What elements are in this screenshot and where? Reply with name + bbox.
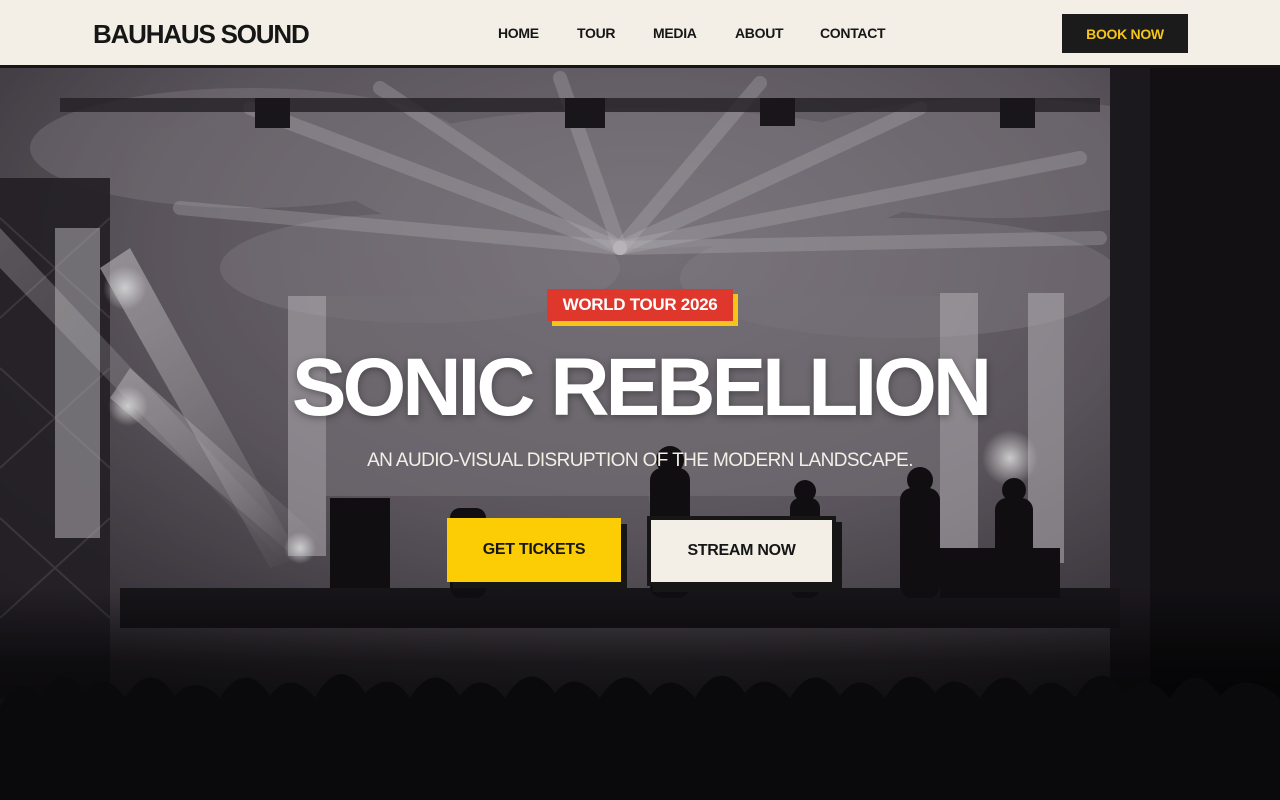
concert-background-image [0, 68, 1280, 800]
book-now-button[interactable]: BOOK NOW [1062, 14, 1188, 53]
hero-subtitle: AN AUDIO-VISUAL DISRUPTION OF THE MODERN… [367, 450, 913, 471]
get-tickets-button[interactable]: GET TICKETS [447, 518, 621, 582]
badge-label: WORLD TOUR 2026 [547, 289, 733, 321]
tour-badge: WORLD TOUR 2026 [547, 289, 738, 326]
nav-contact[interactable]: CONTACT [820, 25, 886, 41]
stream-now-button[interactable]: STREAM NOW [647, 516, 836, 586]
site-header: BAUHAUS SOUND HOME TOUR MEDIA ABOUT CONT… [0, 0, 1280, 68]
hero-section: WORLD TOUR 2026 [0, 68, 1280, 800]
hero-title: SONIC REBELLION [291, 342, 992, 433]
nav-tour[interactable]: TOUR [577, 25, 616, 41]
nav-about[interactable]: ABOUT [735, 25, 784, 41]
nav-media[interactable]: MEDIA [653, 25, 697, 41]
nav-home[interactable]: HOME [498, 25, 539, 41]
site-logo[interactable]: BAUHAUS SOUND [93, 19, 310, 50]
